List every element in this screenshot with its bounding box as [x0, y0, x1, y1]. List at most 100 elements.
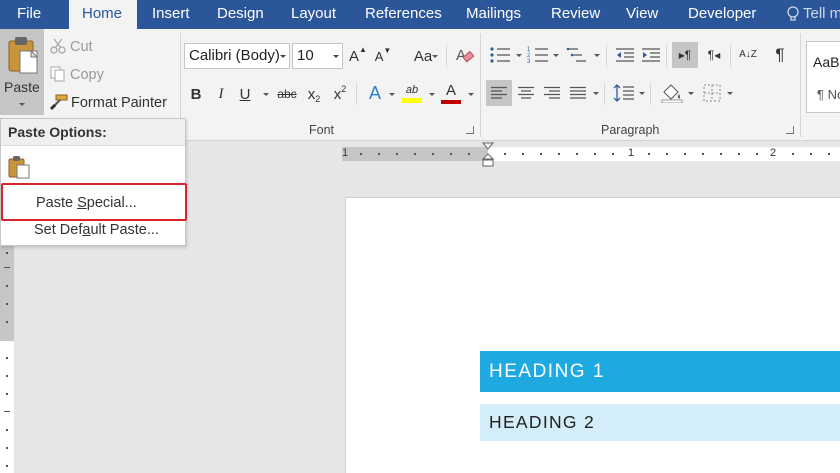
strikethrough-button[interactable]: abc — [276, 83, 298, 105]
bold-button[interactable]: B — [188, 83, 204, 105]
set-default-paste-label: Set Default Paste... — [34, 222, 159, 238]
align-right-button[interactable] — [540, 80, 564, 106]
underline-button[interactable]: U — [238, 83, 252, 105]
ruler-tick — [702, 153, 704, 155]
font-color-swatch — [441, 99, 461, 104]
ruler-tick — [792, 153, 794, 155]
align-center-button[interactable] — [514, 80, 538, 106]
paragraph-dialog-launcher[interactable] — [786, 126, 794, 134]
tab-home[interactable]: Home — [69, 0, 137, 29]
paragraph-group-label: Paragraph — [601, 123, 660, 137]
tab-developer[interactable]: Developer — [688, 0, 756, 29]
chevron-down-icon[interactable] — [639, 92, 645, 95]
chevron-down-icon[interactable] — [333, 55, 339, 58]
font-color-button[interactable]: A — [440, 81, 462, 105]
ruler-tick — [6, 357, 8, 359]
chevron-down-icon[interactable] — [553, 54, 559, 57]
chevron-down-icon[interactable] — [468, 93, 474, 96]
shading-button[interactable] — [660, 80, 684, 106]
vertical-ruler[interactable] — [0, 246, 14, 473]
paste-keep-formatting-icon — [8, 156, 30, 179]
set-default-paste-menu-item[interactable]: Set Default Paste... — [1, 220, 185, 244]
line-spacing-button[interactable] — [612, 80, 636, 106]
tab-review[interactable]: Review — [551, 0, 600, 29]
paintbrush-icon — [49, 94, 68, 111]
tab-mailings[interactable]: Mailings — [466, 0, 521, 29]
paste-special-menu-item[interactable]: Paste Special... — [1, 183, 187, 221]
chevron-down-icon[interactable] — [389, 93, 395, 96]
highlighter-icon: ab — [405, 83, 419, 96]
styles-gallery[interactable]: AaBbCcDc ¶ Normal — [806, 41, 840, 113]
svg-text:3: 3 — [527, 59, 531, 64]
tell-me-search[interactable]: Tell m — [786, 0, 840, 29]
strikethrough-icon: abc — [277, 87, 297, 101]
cut-button[interactable]: Cut — [50, 38, 93, 55]
ruler-tick — [6, 429, 8, 431]
scissors-icon — [50, 38, 66, 54]
ruler-tick — [6, 393, 8, 395]
tab-layout[interactable]: Layout — [291, 0, 336, 29]
ruler-tick — [6, 465, 8, 467]
tab-design[interactable]: Design — [217, 0, 264, 29]
chevron-down-icon[interactable] — [280, 55, 286, 58]
heading-2-paragraph[interactable]: HEADING 2 — [480, 404, 840, 441]
chevron-down-icon[interactable] — [432, 55, 438, 58]
increase-indent-button[interactable] — [640, 43, 662, 67]
justify-button[interactable] — [566, 80, 590, 106]
chevron-down-icon[interactable] — [263, 93, 269, 96]
tab-insert[interactable]: Insert — [152, 0, 190, 29]
document-page[interactable]: HEADING 1 HEADING 2 — [345, 197, 840, 473]
multilevel-list-button[interactable] — [564, 43, 592, 67]
ruler-tick — [414, 153, 416, 155]
decrease-indent-button[interactable] — [614, 43, 636, 67]
show-formatting-marks-button[interactable]: ¶ — [768, 42, 792, 68]
rtl-text-direction-button[interactable]: ¶◂ — [701, 42, 727, 68]
bullets-button[interactable] — [488, 43, 512, 67]
numbering-button[interactable]: 123 — [526, 43, 550, 67]
font-dialog-launcher[interactable] — [466, 126, 474, 134]
tab-view[interactable]: View — [626, 0, 658, 29]
grow-font-button[interactable]: A ▲ — [349, 45, 367, 67]
subscript-button[interactable]: x2 — [305, 83, 323, 105]
ltr-text-direction-button[interactable]: ▸¶ — [672, 42, 698, 68]
bold-icon: B — [190, 85, 202, 103]
horizontal-ruler[interactable]: 1 1 2 — [342, 142, 840, 167]
font-size-combo[interactable]: 10 — [292, 43, 343, 69]
chevron-down-icon[interactable] — [429, 93, 435, 96]
text-effects-button[interactable]: A — [364, 81, 386, 105]
chevron-down-icon[interactable] — [516, 54, 522, 57]
text-effects-icon: A — [368, 82, 381, 103]
align-left-icon — [491, 86, 507, 99]
ruler-tick — [666, 153, 668, 155]
sort-button[interactable]: A↓Z — [736, 42, 760, 68]
ruler-tick — [738, 153, 740, 155]
clear-formatting-button[interactable]: A — [454, 43, 476, 67]
paste-options-header: Paste Options: — [1, 119, 185, 146]
paste-button[interactable]: Paste — [0, 29, 44, 115]
clear-formatting-icon: A — [456, 47, 475, 64]
copy-icon — [50, 66, 65, 82]
indent-marker-icon[interactable] — [482, 142, 494, 170]
paste-dropdown-arrow[interactable] — [19, 103, 25, 106]
divider — [356, 83, 357, 105]
chevron-down-icon[interactable] — [688, 92, 694, 95]
tab-references[interactable]: References — [365, 0, 442, 29]
copy-button[interactable]: Copy — [50, 66, 104, 83]
format-painter-button[interactable]: Format Painter — [49, 94, 167, 111]
shrink-font-button[interactable]: A ▼ — [374, 45, 392, 67]
align-left-button[interactable] — [486, 80, 512, 106]
ruler-tick — [540, 153, 542, 155]
keep-source-formatting-option[interactable] — [8, 155, 30, 182]
chevron-down-icon[interactable] — [593, 92, 599, 95]
chevron-down-icon[interactable] — [727, 92, 733, 95]
borders-button[interactable] — [700, 80, 724, 106]
chevron-down-icon[interactable] — [594, 54, 600, 57]
superscript-button[interactable]: x2 — [331, 83, 349, 105]
font-name-combo[interactable]: Calibri (Body) — [184, 43, 290, 69]
superscript-icon: x — [333, 85, 342, 103]
tab-file[interactable]: File — [17, 0, 41, 29]
highlight-button[interactable]: ab — [400, 81, 424, 105]
italic-button[interactable]: I — [215, 83, 227, 105]
heading-1-paragraph[interactable]: HEADING 1 — [480, 351, 840, 392]
superscript-digit: 2 — [341, 84, 347, 94]
